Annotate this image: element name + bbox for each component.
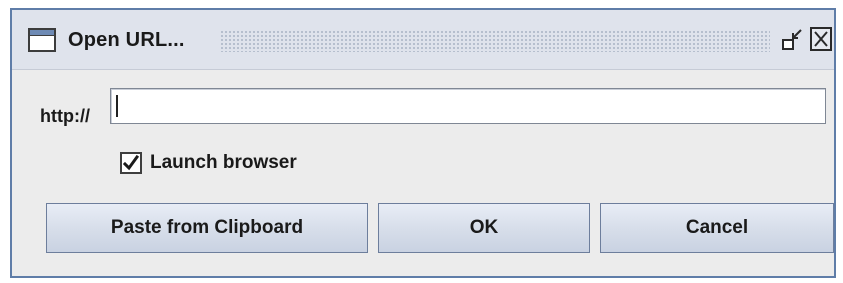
window-icon bbox=[28, 28, 56, 52]
restore-button[interactable] bbox=[780, 27, 804, 53]
url-input[interactable] bbox=[110, 88, 826, 124]
title-bar-drag-area[interactable] bbox=[220, 30, 770, 52]
title-bar[interactable]: Open URL... bbox=[12, 10, 834, 70]
checkmark-icon bbox=[123, 155, 139, 171]
open-url-dialog: Open URL... http:// Launch browser Paste bbox=[10, 8, 836, 278]
launch-browser-checkbox[interactable]: Launch browser bbox=[120, 150, 297, 176]
close-button[interactable] bbox=[810, 27, 832, 51]
launch-browser-label: Launch browser bbox=[150, 152, 297, 173]
ok-button[interactable]: OK bbox=[378, 203, 590, 253]
window-title: Open URL... bbox=[68, 29, 185, 51]
close-icon bbox=[814, 31, 828, 47]
paste-from-clipboard-button[interactable]: Paste from Clipboard bbox=[46, 203, 368, 253]
url-prefix-label: http:// bbox=[40, 106, 90, 126]
restore-icon bbox=[782, 29, 802, 50]
cancel-button[interactable]: Cancel bbox=[600, 203, 834, 253]
checkbox-box[interactable] bbox=[120, 152, 142, 174]
text-cursor bbox=[116, 95, 118, 117]
